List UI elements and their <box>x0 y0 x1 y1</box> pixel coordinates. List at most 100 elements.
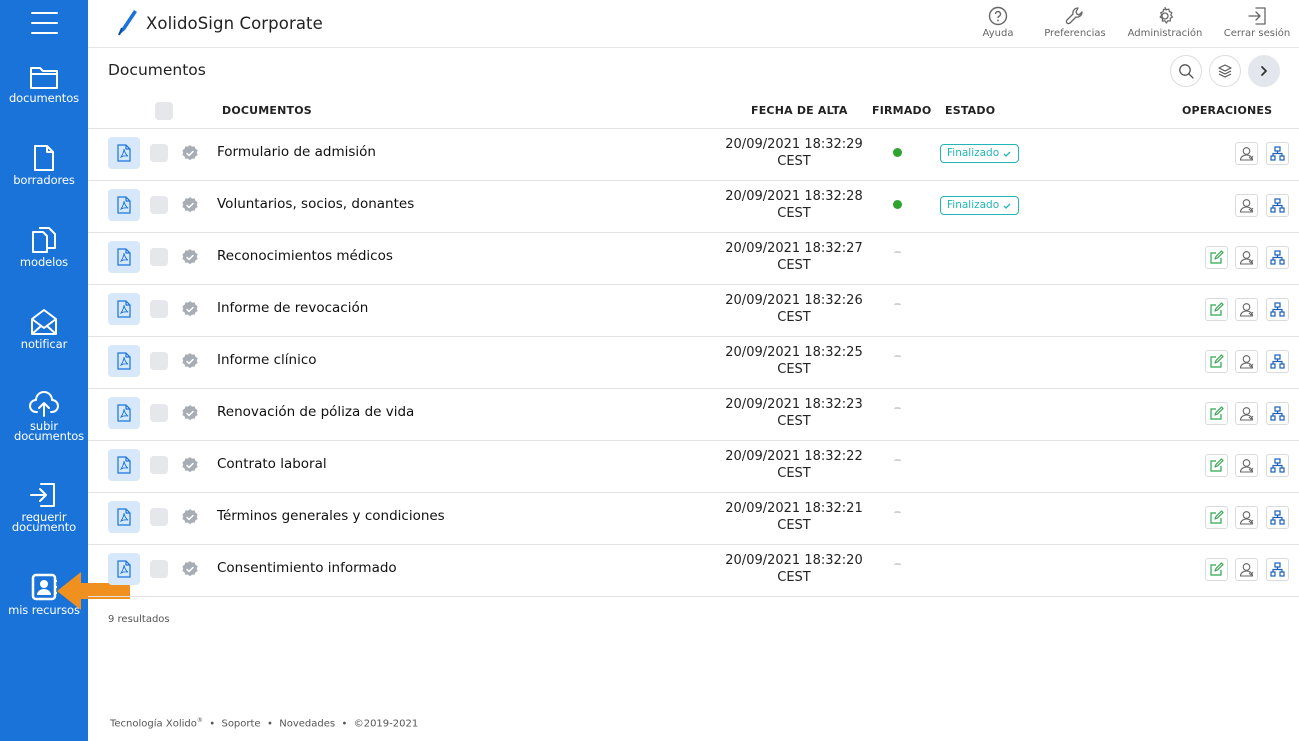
workflow-button[interactable] <box>1266 350 1289 373</box>
unsigned-indicator <box>894 459 901 462</box>
timezone: CEST <box>777 414 811 429</box>
help-button[interactable]: Ayuda <box>981 6 1015 39</box>
workflow-button[interactable] <box>1266 142 1289 165</box>
column-header-date[interactable]: FECHA DE ALTA <box>751 104 848 117</box>
select-all-checkbox[interactable] <box>155 102 173 120</box>
edit-button[interactable] <box>1205 246 1228 269</box>
footer-brand[interactable]: Tecnología Xolido <box>110 718 197 729</box>
table-row[interactable]: Consentimiento informado 20/09/2021 18:3… <box>88 545 1299 597</box>
pdf-preview-button[interactable] <box>108 241 140 273</box>
document-name[interactable]: Reconocimientos médicos <box>217 248 393 264</box>
column-header-status[interactable]: ESTADO <box>945 104 995 117</box>
expand-panel-button[interactable] <box>1248 55 1280 87</box>
column-header-operations: OPERACIONES <box>1182 104 1273 117</box>
sidebar-item-label: borradores <box>13 173 75 187</box>
row-checkbox[interactable] <box>150 352 168 370</box>
table-row[interactable]: Reconocimientos médicos 20/09/2021 18:32… <box>88 233 1299 285</box>
menu-icon[interactable] <box>31 12 58 34</box>
pdf-preview-button[interactable] <box>108 137 140 169</box>
sidebar-item-documentos[interactable]: documentos <box>0 64 88 104</box>
signers-button[interactable] <box>1235 454 1258 477</box>
document-name[interactable]: Informe clínico <box>217 352 317 368</box>
envelope-icon <box>31 309 57 335</box>
sidebar-item-subir-documentos[interactable]: subir documentos <box>0 390 88 442</box>
column-header-signed[interactable]: FIRMADO <box>872 104 931 117</box>
row-checkbox[interactable] <box>150 508 168 526</box>
pdf-preview-button[interactable] <box>108 553 140 585</box>
pdf-preview-button[interactable] <box>108 397 140 429</box>
unsigned-indicator <box>894 355 901 358</box>
row-checkbox[interactable] <box>150 560 168 578</box>
row-checkbox[interactable] <box>150 404 168 422</box>
logout-button[interactable]: Cerrar sesión <box>1222 6 1292 39</box>
workflow-button[interactable] <box>1266 402 1289 425</box>
document-name[interactable]: Formulario de admisión <box>217 144 376 160</box>
signers-button[interactable] <box>1235 506 1258 529</box>
date-value: 20/09/2021 18:32:21 <box>725 501 863 516</box>
preferences-button[interactable]: Preferencias <box>1043 6 1107 39</box>
row-checkbox[interactable] <box>150 196 168 214</box>
footer-news-link[interactable]: Novedades <box>279 718 335 729</box>
check-badge-icon <box>1003 151 1011 157</box>
sidebar-item-requerir-documento[interactable]: requerir documento <box>0 481 88 534</box>
edit-button[interactable] <box>1205 298 1228 321</box>
signers-button[interactable] <box>1235 350 1258 373</box>
edit-button[interactable] <box>1205 454 1228 477</box>
table-row[interactable]: Informe de revocación 20/09/2021 18:32:2… <box>88 285 1299 337</box>
document-name[interactable]: Consentimiento informado <box>217 560 397 576</box>
pdf-preview-button[interactable] <box>108 449 140 481</box>
pdf-preview-button[interactable] <box>108 345 140 377</box>
edit-button[interactable] <box>1205 402 1228 425</box>
signers-button[interactable] <box>1235 558 1258 581</box>
date-added: 20/09/2021 18:32:27 CEST <box>708 240 880 274</box>
table-row[interactable]: Informe clínico 20/09/2021 18:32:25 CEST <box>88 337 1299 389</box>
table-row[interactable]: Términos generales y condiciones 20/09/2… <box>88 493 1299 545</box>
signers-button[interactable] <box>1235 298 1258 321</box>
search-icon <box>1179 64 1194 79</box>
pdf-preview-button[interactable] <box>108 501 140 533</box>
pdf-file-icon <box>117 456 131 474</box>
sidebar-item-notificar[interactable]: notificar <box>0 308 88 350</box>
workflow-button[interactable] <box>1266 246 1289 269</box>
sidebar-item-modelos[interactable]: modelos <box>0 226 88 268</box>
document-name[interactable]: Informe de revocación <box>217 300 368 316</box>
workflow-button[interactable] <box>1266 298 1289 321</box>
table-row[interactable]: Voluntarios, socios, donantes 20/09/2021… <box>88 181 1299 233</box>
document-name[interactable]: Términos generales y condiciones <box>217 508 445 524</box>
brand-logo[interactable]: XolidoSign Corporate <box>114 8 323 38</box>
pdf-file-icon <box>117 196 131 214</box>
row-checkbox[interactable] <box>150 300 168 318</box>
signers-button[interactable] <box>1235 246 1258 269</box>
edit-button[interactable] <box>1205 506 1228 529</box>
column-header-documents[interactable]: DOCUMENTOS <box>222 104 312 117</box>
row-checkbox[interactable] <box>150 248 168 266</box>
table-row[interactable]: Contrato laboral 20/09/2021 18:32:22 CES… <box>88 441 1299 493</box>
footer-support-link[interactable]: Soporte <box>221 718 260 729</box>
edit-button[interactable] <box>1205 558 1228 581</box>
table-row[interactable]: Renovación de póliza de vida 20/09/2021 … <box>88 389 1299 441</box>
app-title: XolidoSign Corporate <box>146 13 323 33</box>
signers-button[interactable] <box>1235 194 1258 217</box>
workflow-button[interactable] <box>1266 194 1289 217</box>
document-name[interactable]: Voluntarios, socios, donantes <box>217 196 414 212</box>
administration-button[interactable]: Administración <box>1126 6 1204 39</box>
row-checkbox[interactable] <box>150 144 168 162</box>
signers-button[interactable] <box>1235 142 1258 165</box>
edit-button[interactable] <box>1205 350 1228 373</box>
pdf-preview-button[interactable] <box>108 189 140 221</box>
row-checkbox[interactable] <box>150 456 168 474</box>
sidebar-item-borradores[interactable]: borradores <box>0 144 88 187</box>
workflow-button[interactable] <box>1266 558 1289 581</box>
edit-icon <box>1210 406 1224 420</box>
workflow-button[interactable] <box>1266 506 1289 529</box>
signers-button[interactable] <box>1235 402 1258 425</box>
layers-button[interactable] <box>1209 55 1241 87</box>
timezone: CEST <box>777 466 811 481</box>
sidebar-item-label: requerir documento <box>11 510 77 534</box>
table-row[interactable]: Formulario de admisión 20/09/2021 18:32:… <box>88 129 1299 181</box>
document-name[interactable]: Renovación de póliza de vida <box>217 404 414 420</box>
workflow-button[interactable] <box>1266 454 1289 477</box>
search-button[interactable] <box>1170 55 1202 87</box>
pdf-preview-button[interactable] <box>108 293 140 325</box>
document-name[interactable]: Contrato laboral <box>217 456 327 472</box>
